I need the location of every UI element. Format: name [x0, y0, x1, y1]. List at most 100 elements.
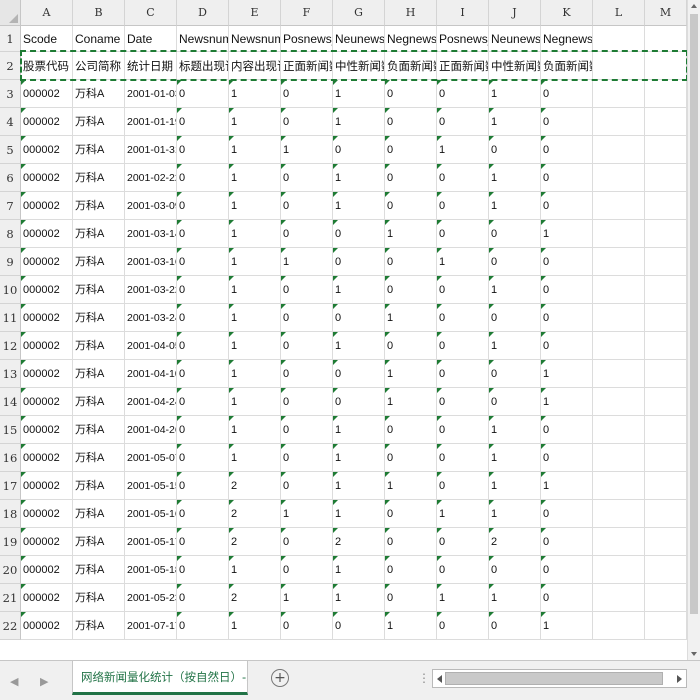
cell-e3[interactable]: 1	[229, 80, 281, 108]
cell-c4[interactable]: 2001-01-19	[125, 108, 177, 136]
cell-d5[interactable]: 0	[177, 136, 229, 164]
cell-j9[interactable]: 0	[489, 248, 541, 276]
cell-c13[interactable]: 2001-04-10	[125, 360, 177, 388]
cell-j3[interactable]: 1	[489, 80, 541, 108]
cell-l1[interactable]	[593, 26, 645, 52]
row-header-8[interactable]: 8	[0, 220, 21, 248]
cell-c6[interactable]: 2001-02-22	[125, 164, 177, 192]
scroll-down-icon[interactable]	[691, 652, 697, 656]
cell-h21[interactable]: 0	[385, 584, 437, 612]
cell-j7[interactable]: 1	[489, 192, 541, 220]
cell-e11[interactable]: 1	[229, 304, 281, 332]
cell-g18[interactable]: 1	[333, 500, 385, 528]
cell-c21[interactable]: 2001-05-23	[125, 584, 177, 612]
cell-b16[interactable]: 万科A	[73, 444, 125, 472]
cell-e4[interactable]: 1	[229, 108, 281, 136]
cell-m5[interactable]	[645, 136, 687, 164]
cell-l6[interactable]	[593, 164, 645, 192]
row-header-16[interactable]: 16	[0, 444, 21, 472]
cell-k20[interactable]: 0	[541, 556, 593, 584]
cell-c5[interactable]: 2001-01-31	[125, 136, 177, 164]
cell-e5[interactable]: 1	[229, 136, 281, 164]
cell-a10[interactable]: 000002	[21, 276, 73, 304]
column-header-a[interactable]: A	[21, 0, 73, 26]
cell-b22[interactable]: 万科A	[73, 612, 125, 640]
cell-d10[interactable]: 0	[177, 276, 229, 304]
cell-i6[interactable]: 0	[437, 164, 489, 192]
cell-l3[interactable]	[593, 80, 645, 108]
row-header-2[interactable]: 2	[0, 52, 21, 80]
cell-d7[interactable]: 0	[177, 192, 229, 220]
cell-d2[interactable]: 标题出现该	[177, 52, 229, 80]
cell-a11[interactable]: 000002	[21, 304, 73, 332]
cell-d14[interactable]: 0	[177, 388, 229, 416]
cell-m7[interactable]	[645, 192, 687, 220]
cell-b7[interactable]: 万科A	[73, 192, 125, 220]
column-header-d[interactable]: D	[177, 0, 229, 26]
cell-h20[interactable]: 0	[385, 556, 437, 584]
cell-b6[interactable]: 万科A	[73, 164, 125, 192]
cell-f10[interactable]: 0	[281, 276, 333, 304]
cell-g19[interactable]: 2	[333, 528, 385, 556]
cell-c11[interactable]: 2001-03-24	[125, 304, 177, 332]
cell-h10[interactable]: 0	[385, 276, 437, 304]
cell-i9[interactable]: 1	[437, 248, 489, 276]
cell-k12[interactable]: 0	[541, 332, 593, 360]
cell-j18[interactable]: 1	[489, 500, 541, 528]
cell-h5[interactable]: 0	[385, 136, 437, 164]
cell-l21[interactable]	[593, 584, 645, 612]
row-header-21[interactable]: 21	[0, 584, 21, 612]
cell-i4[interactable]: 0	[437, 108, 489, 136]
cell-g21[interactable]: 1	[333, 584, 385, 612]
cell-c3[interactable]: 2001-01-03	[125, 80, 177, 108]
cell-g17[interactable]: 1	[333, 472, 385, 500]
cell-j17[interactable]: 1	[489, 472, 541, 500]
cell-l14[interactable]	[593, 388, 645, 416]
cell-e8[interactable]: 1	[229, 220, 281, 248]
cell-m8[interactable]	[645, 220, 687, 248]
sheet-tab-active[interactable]: 网络新闻量化统计（按自然日）-2001	[72, 661, 248, 695]
cell-e1[interactable]: Newsnum_	[229, 26, 281, 52]
cell-k2[interactable]: 负面新闻数（原创）	[541, 52, 593, 80]
cell-k15[interactable]: 0	[541, 416, 593, 444]
prev-sheet-icon[interactable]: ◀	[10, 675, 18, 688]
cell-h9[interactable]: 0	[385, 248, 437, 276]
cell-a4[interactable]: 000002	[21, 108, 73, 136]
cell-b14[interactable]: 万科A	[73, 388, 125, 416]
cell-k3[interactable]: 0	[541, 80, 593, 108]
row-header-1[interactable]: 1	[0, 26, 21, 52]
cell-c19[interactable]: 2001-05-17	[125, 528, 177, 556]
cell-e6[interactable]: 1	[229, 164, 281, 192]
cell-b3[interactable]: 万科A	[73, 80, 125, 108]
cell-i5[interactable]: 1	[437, 136, 489, 164]
next-sheet-icon[interactable]: ▶	[40, 675, 48, 688]
cell-c12[interactable]: 2001-04-05	[125, 332, 177, 360]
cell-k8[interactable]: 1	[541, 220, 593, 248]
cell-g5[interactable]: 0	[333, 136, 385, 164]
cell-j1[interactable]: Neunews_C	[489, 26, 541, 52]
cell-f22[interactable]: 0	[281, 612, 333, 640]
cell-l4[interactable]	[593, 108, 645, 136]
row-header-4[interactable]: 4	[0, 108, 21, 136]
cell-d19[interactable]: 0	[177, 528, 229, 556]
cell-m22[interactable]	[645, 612, 687, 640]
cell-f18[interactable]: 1	[281, 500, 333, 528]
cell-d1[interactable]: Newsnum	[177, 26, 229, 52]
cell-a17[interactable]: 000002	[21, 472, 73, 500]
cell-g15[interactable]: 1	[333, 416, 385, 444]
cell-m21[interactable]	[645, 584, 687, 612]
cell-k10[interactable]: 0	[541, 276, 593, 304]
cell-m4[interactable]	[645, 108, 687, 136]
cell-f13[interactable]: 0	[281, 360, 333, 388]
cell-j20[interactable]: 0	[489, 556, 541, 584]
cell-a19[interactable]: 000002	[21, 528, 73, 556]
cell-a18[interactable]: 000002	[21, 500, 73, 528]
cell-j21[interactable]: 1	[489, 584, 541, 612]
cell-k9[interactable]: 0	[541, 248, 593, 276]
row-header-15[interactable]: 15	[0, 416, 21, 444]
cell-b21[interactable]: 万科A	[73, 584, 125, 612]
row-header-12[interactable]: 12	[0, 332, 21, 360]
cell-i13[interactable]: 0	[437, 360, 489, 388]
cell-m18[interactable]	[645, 500, 687, 528]
cell-j10[interactable]: 1	[489, 276, 541, 304]
